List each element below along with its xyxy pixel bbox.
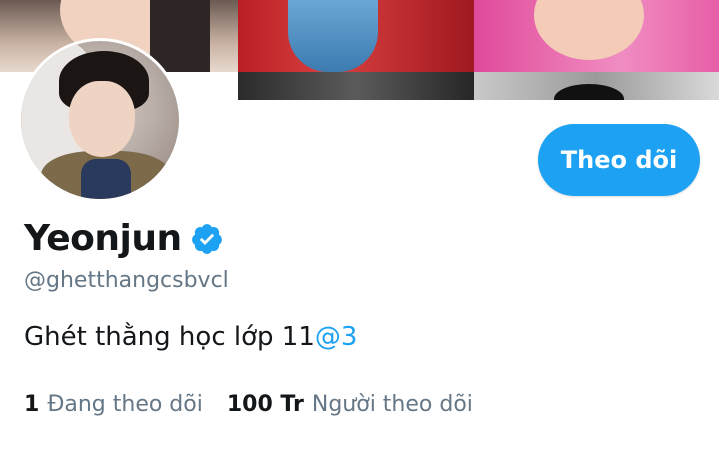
- avatar[interactable]: [18, 38, 182, 202]
- following-label: Đang theo dõi: [47, 392, 203, 417]
- follow-stats: 1 Đang theo dõi 100 Tr Người theo dõi: [24, 392, 473, 417]
- name-row: Yeonjun: [24, 218, 224, 259]
- verified-badge-icon: [190, 222, 224, 256]
- banner-photo-3: [474, 0, 719, 100]
- avatar-image: [21, 41, 179, 199]
- followers-count: 100 Tr: [226, 392, 304, 417]
- profile-handle: @ghetthangcsbvcl: [24, 268, 229, 293]
- followers-label: Người theo dõi: [311, 392, 473, 417]
- followers-stat[interactable]: 100 Tr Người theo dõi: [227, 392, 473, 417]
- banner-photo-2: [238, 0, 474, 100]
- bio-mention-link[interactable]: @3: [315, 322, 358, 352]
- following-stat[interactable]: 1 Đang theo dõi: [24, 392, 203, 417]
- follow-button[interactable]: Theo dõi: [538, 124, 700, 196]
- profile-bio: Ghét thằng học lớp 11@3: [24, 322, 357, 352]
- bio-text: Ghét thằng học lớp 11: [24, 322, 315, 352]
- following-count: 1: [24, 392, 40, 417]
- display-name: Yeonjun: [24, 218, 182, 259]
